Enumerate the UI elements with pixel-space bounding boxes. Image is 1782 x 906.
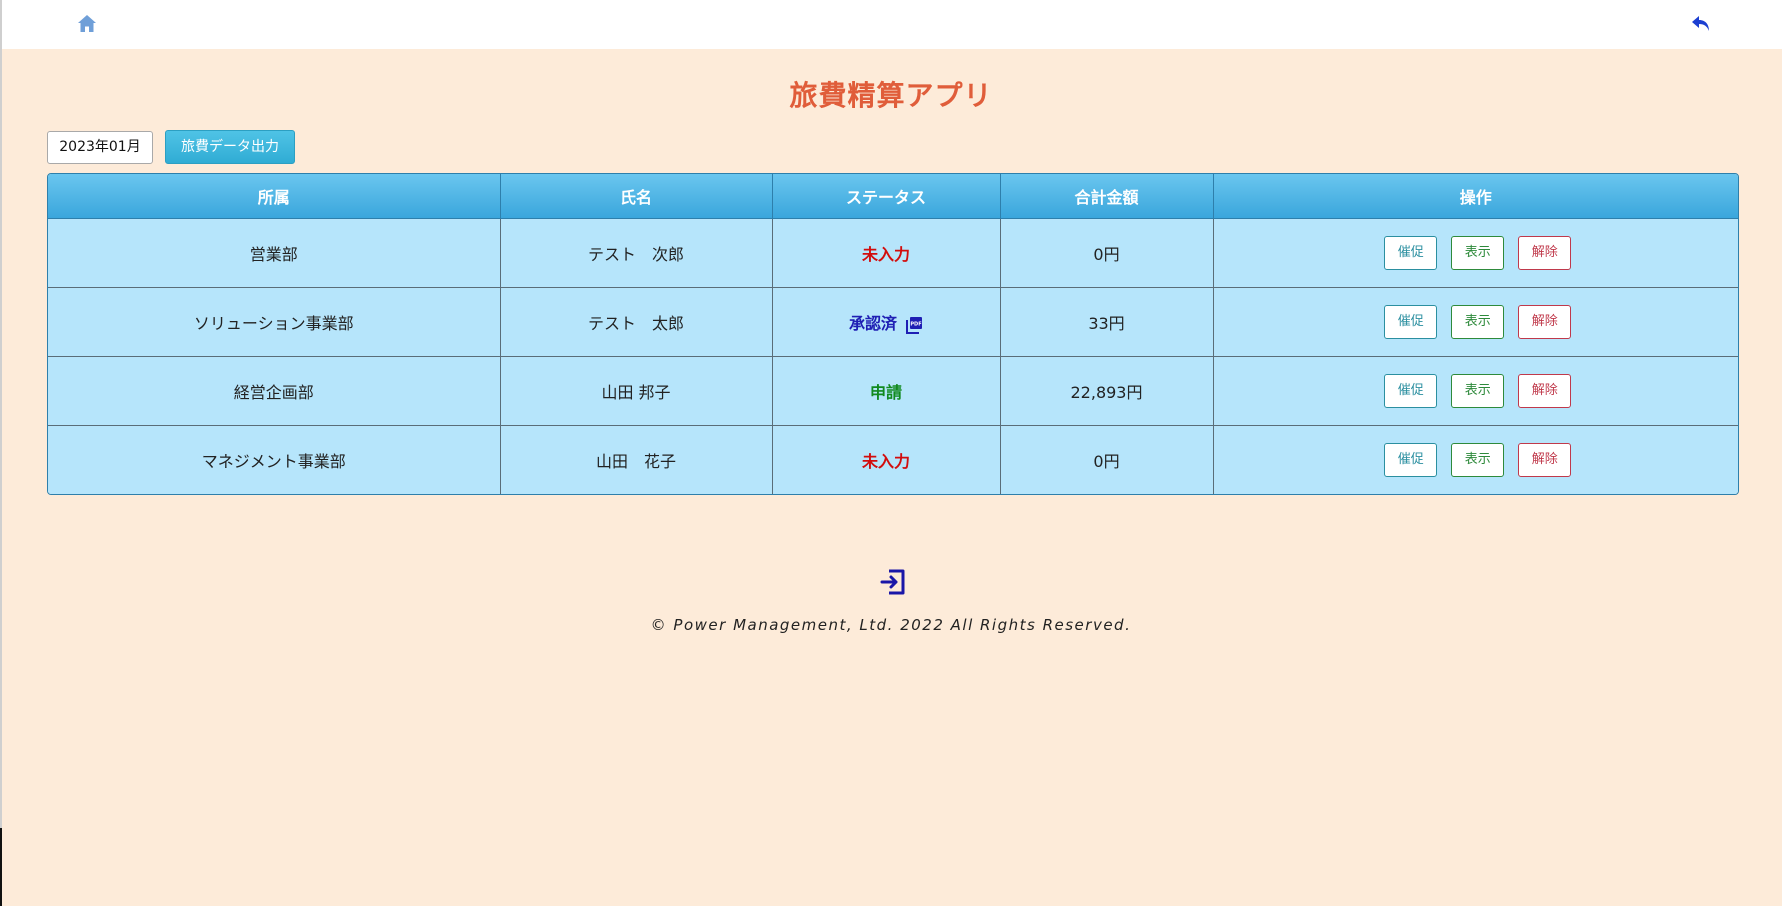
cell-actions: 催促 表示 解除 <box>1213 287 1738 357</box>
column-header-status: ステータス <box>772 174 1001 219</box>
column-header-name: 氏名 <box>500 174 773 219</box>
cell-total: 0円 <box>1000 425 1214 494</box>
cell-status: 未入力 <box>772 218 1001 288</box>
logout-icon[interactable] <box>880 569 906 595</box>
back-arrow-icon[interactable] <box>1690 14 1712 34</box>
page-title: 旅費精算アプリ <box>789 79 993 112</box>
show-button[interactable]: 表示 <box>1451 374 1505 408</box>
release-button[interactable]: 解除 <box>1518 305 1572 339</box>
pdf-icon[interactable]: PDF <box>905 316 923 334</box>
top-bar <box>2 0 1782 49</box>
column-header-department: 所属 <box>48 174 501 219</box>
cell-name: 山田 邦子 <box>500 356 773 426</box>
month-picker-input[interactable]: 2023年01月 <box>47 131 153 164</box>
status-badge: 未入力 <box>861 452 910 471</box>
show-button[interactable]: 表示 <box>1451 305 1505 339</box>
cell-name: テスト 次郎 <box>500 218 773 288</box>
remind-button[interactable]: 催促 <box>1384 374 1438 408</box>
cell-department: マネジメント事業部 <box>48 425 501 494</box>
expense-table: 所属 氏名 ステータス 合計金額 操作 営業部 テスト 次郎 未入力 0円 催促 <box>47 173 1739 495</box>
home-icon[interactable] <box>76 13 98 35</box>
cell-name: テスト 太郎 <box>500 287 773 357</box>
status-badge: 承認済 <box>848 314 897 333</box>
status-badge: 未入力 <box>861 245 910 264</box>
column-header-actions: 操作 <box>1213 174 1738 219</box>
page: 旅費精算アプリ 2023年01月 旅費データ出力 所属 氏名 ステータス 合計金… <box>0 0 1782 906</box>
cell-department: ソリューション事業部 <box>48 287 501 357</box>
cell-status: 承認済 PDF <box>772 287 1001 357</box>
window-edge <box>0 0 2 906</box>
release-button[interactable]: 解除 <box>1518 374 1572 408</box>
show-button[interactable]: 表示 <box>1451 236 1505 270</box>
cell-actions: 催促 表示 解除 <box>1213 425 1738 494</box>
cell-department: 営業部 <box>48 218 501 288</box>
cell-name: 山田 花子 <box>500 425 773 494</box>
copyright-footer: © Power Management, Ltd. 2022 All Rights… <box>650 616 1132 634</box>
table-row: ソリューション事業部 テスト 太郎 承認済 PDF 33円 催促 表示 解除 <box>48 287 1738 357</box>
export-travel-data-button[interactable]: 旅費データ出力 <box>165 130 295 164</box>
cell-total: 33円 <box>1000 287 1214 357</box>
table-row: マネジメント事業部 山田 花子 未入力 0円 催促 表示 解除 <box>48 425 1738 494</box>
window-edge-dark <box>0 828 2 906</box>
cell-department: 経営企画部 <box>48 356 501 426</box>
release-button[interactable]: 解除 <box>1518 443 1572 477</box>
svg-text:PDF: PDF <box>910 321 921 327</box>
table-header-row: 所属 氏名 ステータス 合計金額 操作 <box>48 174 1738 219</box>
cell-total: 22,893円 <box>1000 356 1214 426</box>
remind-button[interactable]: 催促 <box>1384 305 1438 339</box>
remind-button[interactable]: 催促 <box>1384 236 1438 270</box>
cell-actions: 催促 表示 解除 <box>1213 218 1738 288</box>
cell-actions: 催促 表示 解除 <box>1213 356 1738 426</box>
cell-status: 申請 <box>772 356 1001 426</box>
cell-total: 0円 <box>1000 218 1214 288</box>
cell-status: 未入力 <box>772 425 1001 494</box>
release-button[interactable]: 解除 <box>1518 236 1572 270</box>
table-row: 経営企画部 山田 邦子 申請 22,893円 催促 表示 解除 <box>48 356 1738 426</box>
table-row: 営業部 テスト 次郎 未入力 0円 催促 表示 解除 <box>48 218 1738 288</box>
show-button[interactable]: 表示 <box>1451 443 1505 477</box>
remind-button[interactable]: 催促 <box>1384 443 1438 477</box>
status-badge: 申請 <box>869 383 902 402</box>
column-header-total: 合計金額 <box>1000 174 1214 219</box>
